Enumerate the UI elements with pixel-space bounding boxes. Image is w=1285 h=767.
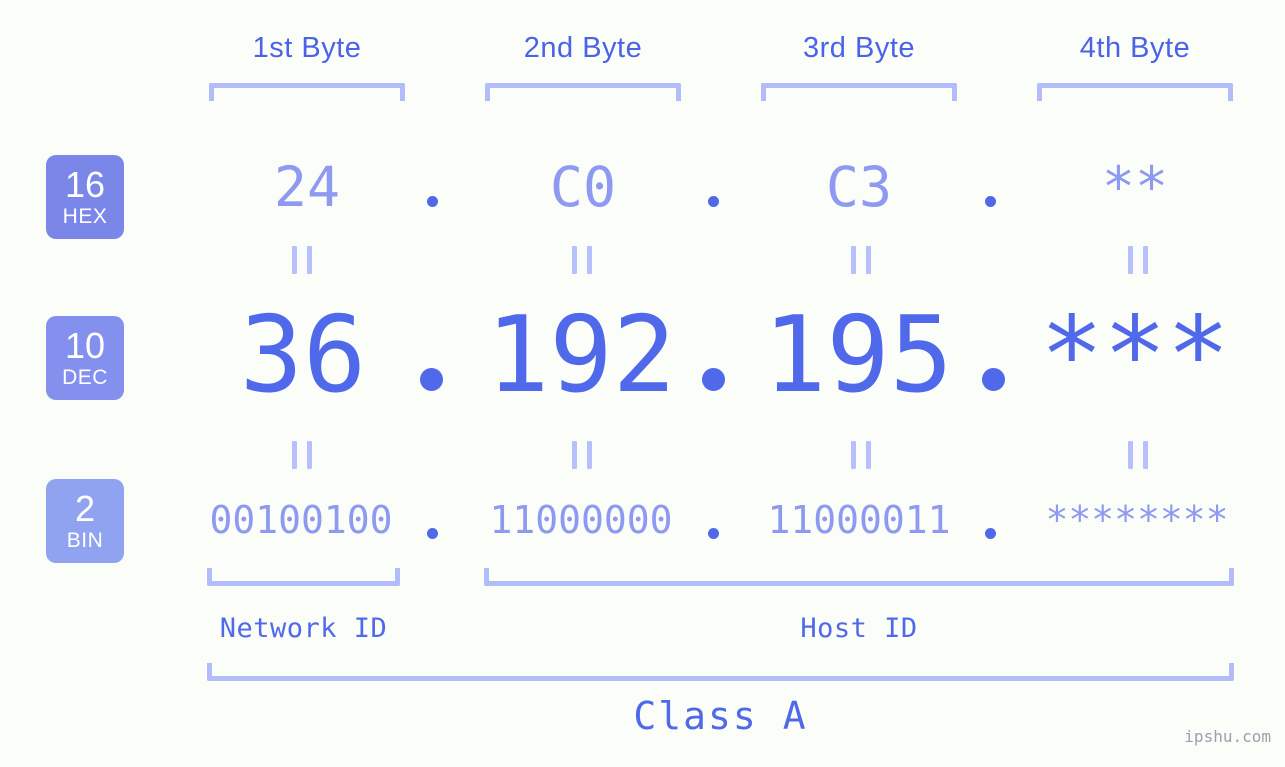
equality-mark-dec-bin-4 bbox=[1128, 441, 1148, 469]
equality-mark-dec-bin-2 bbox=[572, 441, 592, 469]
bin-separator-1 bbox=[427, 528, 438, 539]
base-badge-dec-name: DEC bbox=[62, 366, 108, 389]
dec-octet-2: 192 bbox=[486, 294, 676, 416]
base-badge-hex-name: HEX bbox=[62, 205, 108, 228]
equality-mark-dec-bin-3 bbox=[851, 441, 871, 469]
dec-separator-1 bbox=[420, 368, 443, 391]
byte-header-label-1: 1st Byte bbox=[252, 32, 362, 64]
dec-octet-1: 36 bbox=[239, 294, 367, 416]
base-badge-bin: 2 BIN bbox=[46, 479, 124, 563]
equality-mark-hex-dec-4 bbox=[1128, 246, 1148, 274]
ip-breakdown-diagram: 1st Byte 2nd Byte 3rd Byte 4th Byte 16 H… bbox=[0, 0, 1285, 767]
bin-octet-3: 11000011 bbox=[767, 498, 951, 542]
hex-octet-1: 24 bbox=[273, 155, 341, 219]
dec-separator-3 bbox=[982, 368, 1005, 391]
bin-octet-2: 11000000 bbox=[489, 498, 673, 542]
hex-separator-2 bbox=[708, 196, 719, 207]
equality-mark-dec-bin-1 bbox=[292, 441, 312, 469]
byte-header-label-3: 3rd Byte bbox=[803, 32, 915, 64]
base-badge-bin-radix: 2 bbox=[74, 488, 96, 529]
dec-octet-4: *** bbox=[1040, 294, 1230, 416]
network-id-label: Network ID bbox=[219, 613, 388, 644]
dec-octet-3: 195 bbox=[763, 294, 953, 416]
class-label: Class A bbox=[633, 694, 808, 738]
base-badge-dec: 10 DEC bbox=[46, 316, 124, 400]
byte-header-label-2: 2nd Byte bbox=[523, 32, 643, 64]
base-badge-hex-radix: 16 bbox=[64, 164, 106, 205]
base-badge-dec-radix: 10 bbox=[64, 325, 106, 366]
hex-separator-3 bbox=[985, 196, 996, 207]
equality-mark-hex-dec-3 bbox=[851, 246, 871, 274]
bin-octet-1: 00100100 bbox=[209, 498, 393, 542]
dec-separator-2 bbox=[702, 368, 725, 391]
hex-octet-2: C0 bbox=[549, 155, 617, 219]
bin-separator-2 bbox=[708, 528, 719, 539]
byte-bracket-1 bbox=[209, 83, 405, 101]
equality-mark-hex-dec-2 bbox=[572, 246, 592, 274]
base-badge-bin-name: BIN bbox=[66, 529, 104, 552]
host-id-bracket bbox=[484, 568, 1234, 586]
site-watermark: ipshu.com bbox=[1184, 727, 1271, 746]
byte-bracket-4 bbox=[1037, 83, 1233, 101]
hex-octet-4: ** bbox=[1101, 155, 1169, 219]
byte-header-label-4: 4th Byte bbox=[1079, 32, 1191, 64]
byte-bracket-3 bbox=[761, 83, 957, 101]
hex-separator-1 bbox=[427, 196, 438, 207]
class-bracket bbox=[207, 663, 1234, 681]
hex-octet-3: C3 bbox=[825, 155, 893, 219]
base-badge-hex: 16 HEX bbox=[46, 155, 124, 239]
network-id-bracket bbox=[207, 568, 400, 586]
bin-separator-3 bbox=[985, 528, 996, 539]
byte-bracket-2 bbox=[485, 83, 681, 101]
bin-octet-4: ******** bbox=[1045, 498, 1229, 542]
equality-mark-hex-dec-1 bbox=[292, 246, 312, 274]
host-id-label: Host ID bbox=[800, 613, 918, 644]
